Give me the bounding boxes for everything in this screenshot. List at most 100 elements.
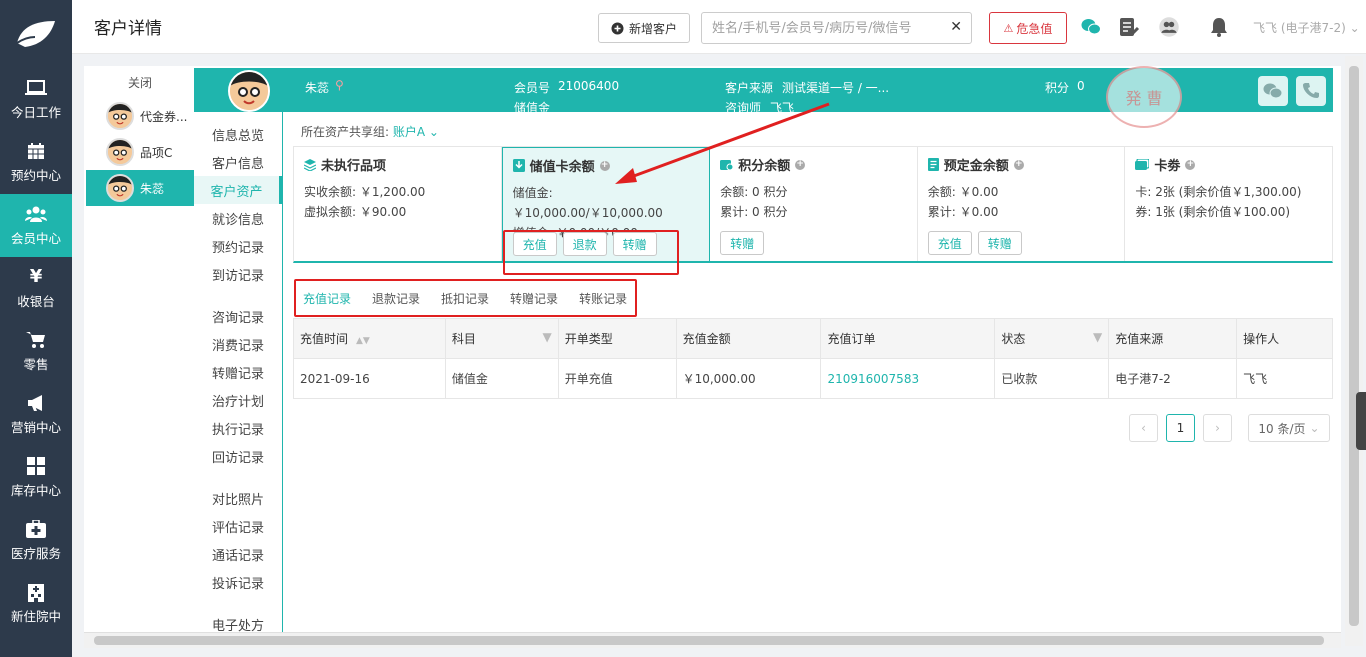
search-input[interactable]: [702, 13, 942, 43]
table-row: 2021-09-16 储值金 开单充值 ￥10,000.00 210916007583 已…: [293, 358, 1333, 399]
horizontal-scroll-thumb[interactable]: [94, 636, 1324, 645]
medkit-icon: [25, 519, 47, 538]
danger-value-label: 危急值: [1016, 21, 1053, 36]
card-line: 实收余额: ￥1,200.00: [304, 185, 426, 199]
avatar: [106, 174, 134, 202]
subnav-item-group2-4[interactable]: 执行记录: [194, 414, 282, 442]
share-group: 所在资产共享组: 账户A ⌄: [301, 123, 439, 140]
side-drawer-handle[interactable]: [1356, 392, 1366, 450]
current-user-label: 飞飞 (电子港7-2): [1253, 21, 1346, 35]
subnav-item-group3-1[interactable]: 评估记录: [194, 512, 282, 540]
member-no: 21006400: [558, 79, 620, 93]
nav-item-5[interactable]: 营销中心: [0, 383, 72, 446]
document-edit-icon[interactable]: [1118, 16, 1140, 38]
subnav-item-group3-3[interactable]: 投诉记录: [194, 568, 282, 596]
cart-icon: [25, 331, 47, 349]
vertical-scroll-thumb[interactable]: [1349, 66, 1359, 626]
yen-icon: ¥: [29, 266, 43, 287]
source-label: 客户来源: [725, 81, 774, 95]
share-account-select[interactable]: 账户A ⌄: [393, 125, 439, 139]
nav-item-3[interactable]: ¥ 收银台: [0, 257, 72, 320]
bell-icon[interactable]: [1208, 16, 1230, 38]
sort-icon[interactable]: ▲▼: [356, 336, 370, 346]
subnav-gap: [194, 596, 282, 610]
column-header-7: 操作人: [1236, 318, 1333, 359]
column-header-1[interactable]: 科目 ▼: [444, 318, 559, 359]
subnav-item-group1-0[interactable]: 信息总览: [194, 120, 282, 148]
column-header-5[interactable]: 状态 ▼: [994, 318, 1110, 359]
nav-item-2[interactable]: 会员中心: [0, 194, 72, 257]
nav-item-8[interactable]: 新住院中: [0, 572, 72, 635]
content-panel: 关闭 代金券... 品项C 朱蕊 朱蕊 ⚲ 会员号 21006400 储值金 客户来…: [84, 66, 1341, 647]
nav-item-7[interactable]: 医疗服务: [0, 509, 72, 572]
subnav-item-group3-0[interactable]: 对比照片: [194, 484, 282, 512]
new-customer-label: 新增客户: [628, 21, 677, 36]
wechat-chat-button[interactable]: [1258, 76, 1288, 106]
page-size-select[interactable]: 10 条/页 ⌄: [1248, 414, 1330, 442]
nav-item-1[interactable]: 预约中心: [0, 131, 72, 194]
customer-tab-1[interactable]: 品项C: [86, 134, 194, 170]
close-tabs-button[interactable]: 关闭: [86, 66, 194, 98]
nav-item-6[interactable]: 库存中心: [0, 446, 72, 509]
customer-tab-2[interactable]: 朱蕊: [86, 170, 194, 206]
subnav-item-group2-0[interactable]: 咨询记录: [194, 302, 282, 330]
group-settings-icon[interactable]: [1158, 16, 1180, 38]
phone-call-button[interactable]: [1296, 76, 1326, 106]
megaphone-icon: [25, 394, 47, 412]
app-logo[interactable]: [0, 0, 72, 68]
column-header-4: 充值订单: [820, 318, 996, 359]
filter-icon[interactable]: ▼: [1093, 330, 1102, 344]
card-buttons: 转赠: [720, 231, 765, 255]
order-link[interactable]: 210916007583: [820, 358, 996, 399]
nav-item-0[interactable]: 今日工作: [0, 68, 72, 131]
subnav-item-group1-5[interactable]: 到访记录: [194, 260, 282, 288]
danger-value-button[interactable]: ⚠ 危急值: [989, 12, 1067, 44]
new-customer-button[interactable]: 新增客户: [598, 13, 690, 43]
column-header-label: 充值来源: [1115, 332, 1164, 346]
asset-card-3: 预定金余额 + 余额: ￥0.00 累计: ￥0.00 充值 转赠: [918, 147, 1126, 261]
filter-icon[interactable]: ▼: [542, 330, 551, 344]
nav-item-label: 会员中心: [10, 230, 61, 246]
subnav-item-group1-1[interactable]: 客户信息: [194, 148, 282, 176]
clear-icon[interactable]: ✕: [950, 19, 962, 35]
page-number[interactable]: 1: [1166, 414, 1195, 442]
subnav-item-group2-5[interactable]: 回访记录: [194, 442, 282, 470]
pagination: ‹ 1 › 10 条/页 ⌄: [1129, 414, 1330, 442]
vip-stamp-text: 発 曹: [1125, 89, 1163, 108]
info-plus-icon[interactable]: +: [1013, 159, 1024, 170]
subnav-item-group2-2[interactable]: 转赠记录: [194, 358, 282, 386]
subnav-item-group2-1[interactable]: 消费记录: [194, 330, 282, 358]
nav-item-label: 预约中心: [10, 167, 61, 183]
subnav-item-group2-3[interactable]: 治疗计划: [194, 386, 282, 414]
card-action-button[interactable]: 充值: [927, 231, 972, 255]
vertical-scrollbar[interactable]: [1345, 56, 1363, 646]
asset-card-0: 未执行品项 实收余额: ￥1,200.00 虚拟余额: ￥90.00: [294, 147, 502, 261]
nav-item-4[interactable]: 零售: [0, 320, 72, 383]
info-plus-icon[interactable]: +: [1185, 159, 1196, 170]
horizontal-scrollbar[interactable]: [84, 632, 1341, 648]
layers-icon: [304, 158, 316, 171]
plus-circle-icon: [611, 22, 624, 34]
alert-icon: ⚠: [1003, 21, 1014, 35]
card-action-button[interactable]: 转赠: [977, 231, 1022, 255]
current-user[interactable]: 飞飞 (电子港7-2) ⌄: [1253, 19, 1360, 36]
wechat-icon[interactable]: [1080, 16, 1102, 38]
assets-main: 所在资产共享组: 账户A ⌄ 未执行品项 实收余额: ￥1,200.00 虚拟余额:…: [293, 102, 1333, 632]
subnav-item-group1-2[interactable]: 客户资产: [194, 176, 282, 204]
next-page-button[interactable]: ›: [1203, 414, 1232, 442]
card-line: 虚拟余额: ￥90.00: [304, 205, 407, 219]
subnav-item-group3-2[interactable]: 通话记录: [194, 540, 282, 568]
column-header-label: 科目: [451, 332, 476, 346]
nav-item-label: 收银台: [17, 293, 55, 309]
card-line: 卡: 2张 (剩余价值￥1,300.00): [1135, 185, 1302, 199]
customer-tab-0[interactable]: 代金券...: [86, 98, 194, 134]
card-action-button[interactable]: 转赠: [720, 231, 765, 255]
column-header-0[interactable]: 充值时间 ▲▼: [293, 318, 446, 359]
subnav-item-group1-3[interactable]: 就诊信息: [194, 204, 282, 232]
prev-page-button[interactable]: ‹: [1129, 414, 1158, 442]
customer-avatar: [228, 70, 270, 112]
card-buttons: 充值 转赠: [927, 231, 1022, 255]
subnav-item-group1-4[interactable]: 预约记录: [194, 232, 282, 260]
customer-tab-list: 关闭 代金券... 品项C 朱蕊: [86, 66, 194, 632]
member-no-label: 会员号: [514, 81, 551, 95]
